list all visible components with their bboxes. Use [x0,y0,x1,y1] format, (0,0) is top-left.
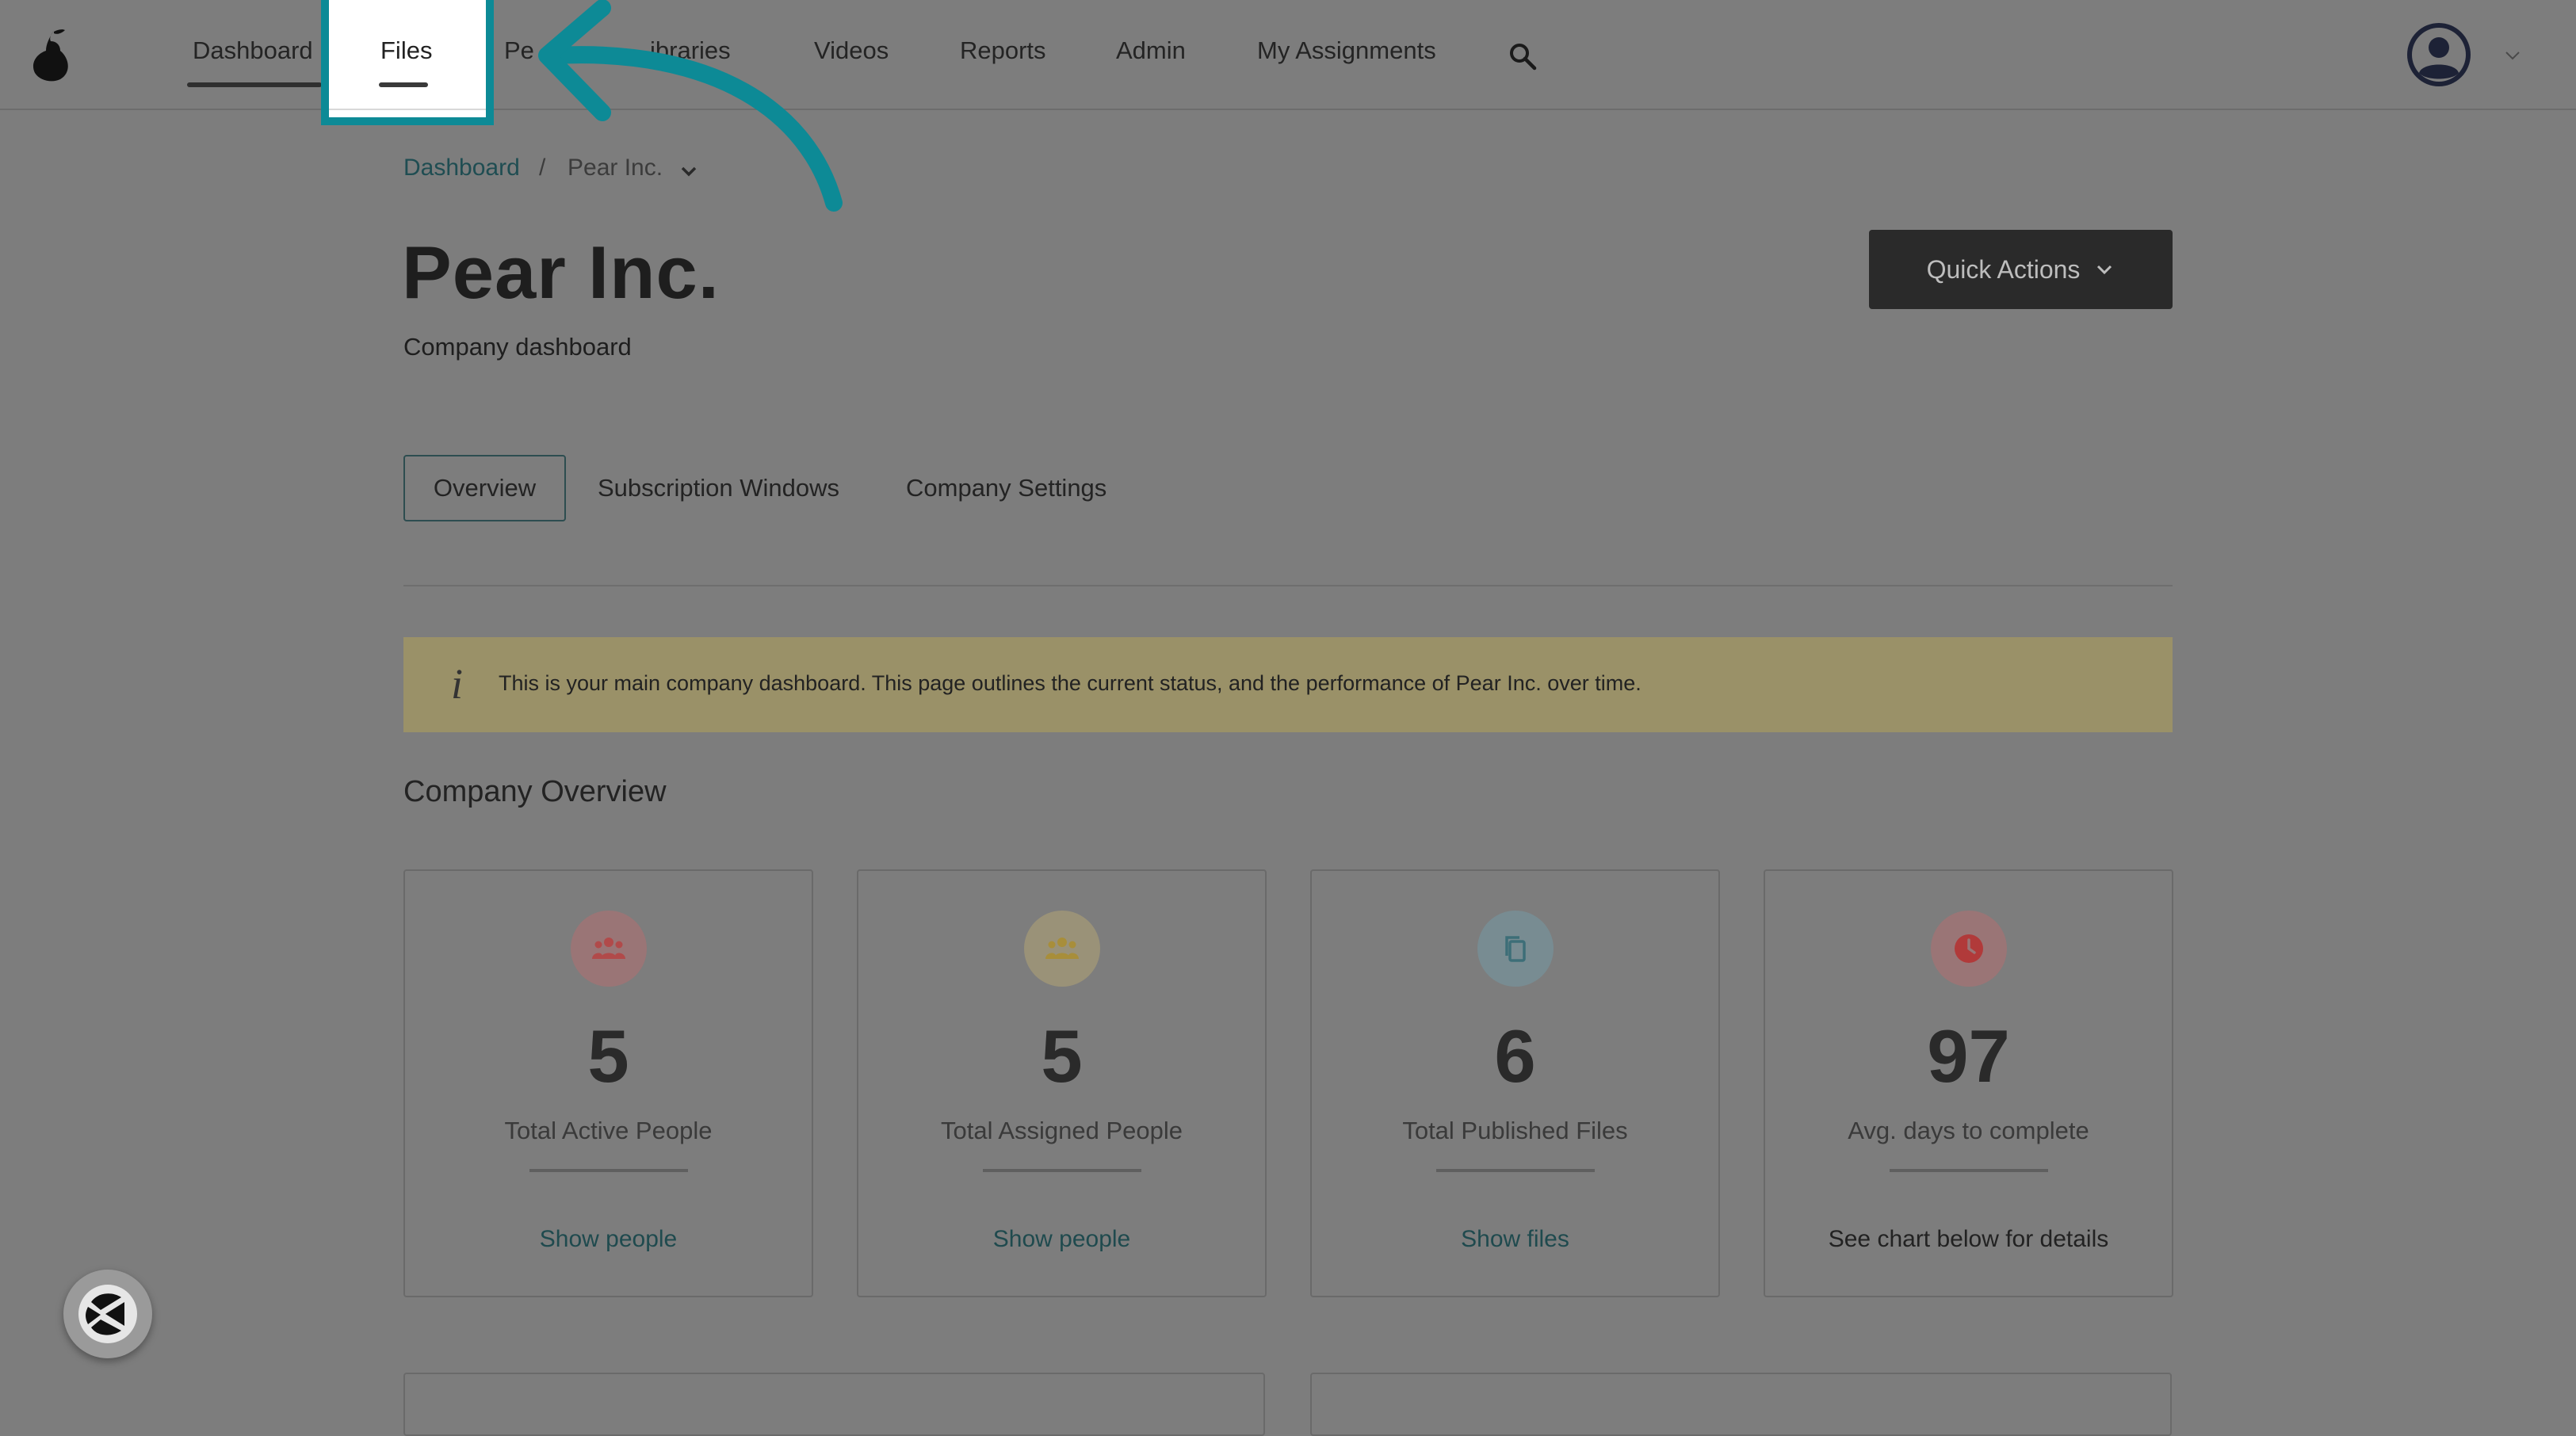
nav-reports[interactable]: Reports [960,36,1046,65]
account-chevron-down-icon[interactable] [2503,46,2522,65]
bottom-card-left [403,1373,1265,1436]
help-widget-button[interactable] [63,1270,152,1358]
nav-dashboard-underline [187,82,322,87]
page-subtitle: Company dashboard [403,333,632,361]
tab-overview[interactable]: Overview [403,455,566,521]
nav-dashboard[interactable]: Dashboard [193,36,313,65]
show-files-link[interactable]: Show files [1312,1226,1718,1253]
people-icon [1023,911,1100,987]
stat-card-active-people: 5 Total Active People Show people [403,869,813,1297]
card-divider [1889,1169,2048,1172]
info-banner: i This is your main company dashboard. T… [403,637,2173,732]
search-icon[interactable] [1508,41,1538,71]
people-icon [570,911,647,987]
avg-days-label: Avg. days to complete [1848,1117,2089,1144]
breadcrumb-current: Pear Inc. [568,155,663,181]
nav-libraries[interactable]: ibraries [650,36,731,65]
tabs-divider [403,585,2173,586]
breadcrumb-dashboard-link[interactable]: Dashboard [403,155,520,181]
tab-company-settings[interactable]: Company Settings [906,455,1106,521]
bottom-card-right [1310,1373,2172,1436]
published-files-value: 6 [1494,1014,1536,1098]
show-assigned-people-link[interactable]: Show people [858,1226,1265,1253]
avg-days-value: 97 [1927,1014,2010,1098]
page-title: Pear Inc. [402,231,720,314]
see-chart-note: See chart below for details [1828,1226,2109,1252]
info-icon: i [451,660,464,708]
pear-logo-icon[interactable] [30,27,75,82]
tab-subscription-windows[interactable]: Subscription Windows [598,455,839,521]
nav-my-assignments[interactable]: My Assignments [1257,36,1436,65]
info-banner-text: This is your main company dashboard. Thi… [499,671,1642,695]
nav-people[interactable]: Pe [504,36,534,65]
active-people-label: Total Active People [504,1117,713,1144]
quick-actions-label: Quick Actions [1926,254,2081,284]
breadcrumb-chevron-down-icon[interactable] [678,160,700,182]
user-avatar-icon[interactable] [2406,22,2471,87]
stat-card-assigned-people: 5 Total Assigned People Show people [857,869,1267,1297]
files-highlight-divider [329,109,486,110]
stat-card-published-files: 6 Total Published Files Show files [1310,869,1720,1297]
nav-files[interactable]: Files [380,36,432,65]
help-widget-logo-icon [78,1285,137,1343]
assigned-people-value: 5 [1041,1014,1083,1098]
nav-admin[interactable]: Admin [1116,36,1186,65]
assigned-people-label: Total Assigned People [940,1117,1183,1144]
quick-actions-button[interactable]: Quick Actions [1869,230,2173,309]
show-active-people-link[interactable]: Show people [405,1226,812,1253]
files-icon [1477,911,1554,987]
card-divider [1435,1169,1595,1172]
nav-videos[interactable]: Videos [814,36,889,65]
published-files-label: Total Published Files [1402,1117,1628,1144]
nav-files-underline [379,82,428,87]
card-divider [982,1169,1141,1172]
active-people-value: 5 [587,1014,629,1098]
company-overview-title: Company Overview [403,775,667,808]
card-divider [529,1169,688,1172]
chevron-down-icon [2097,265,2112,275]
stat-card-avg-days: 97 Avg. days to complete See chart below… [1764,869,2173,1297]
breadcrumb-separator: / [539,155,546,181]
clock-icon [1930,911,2007,987]
